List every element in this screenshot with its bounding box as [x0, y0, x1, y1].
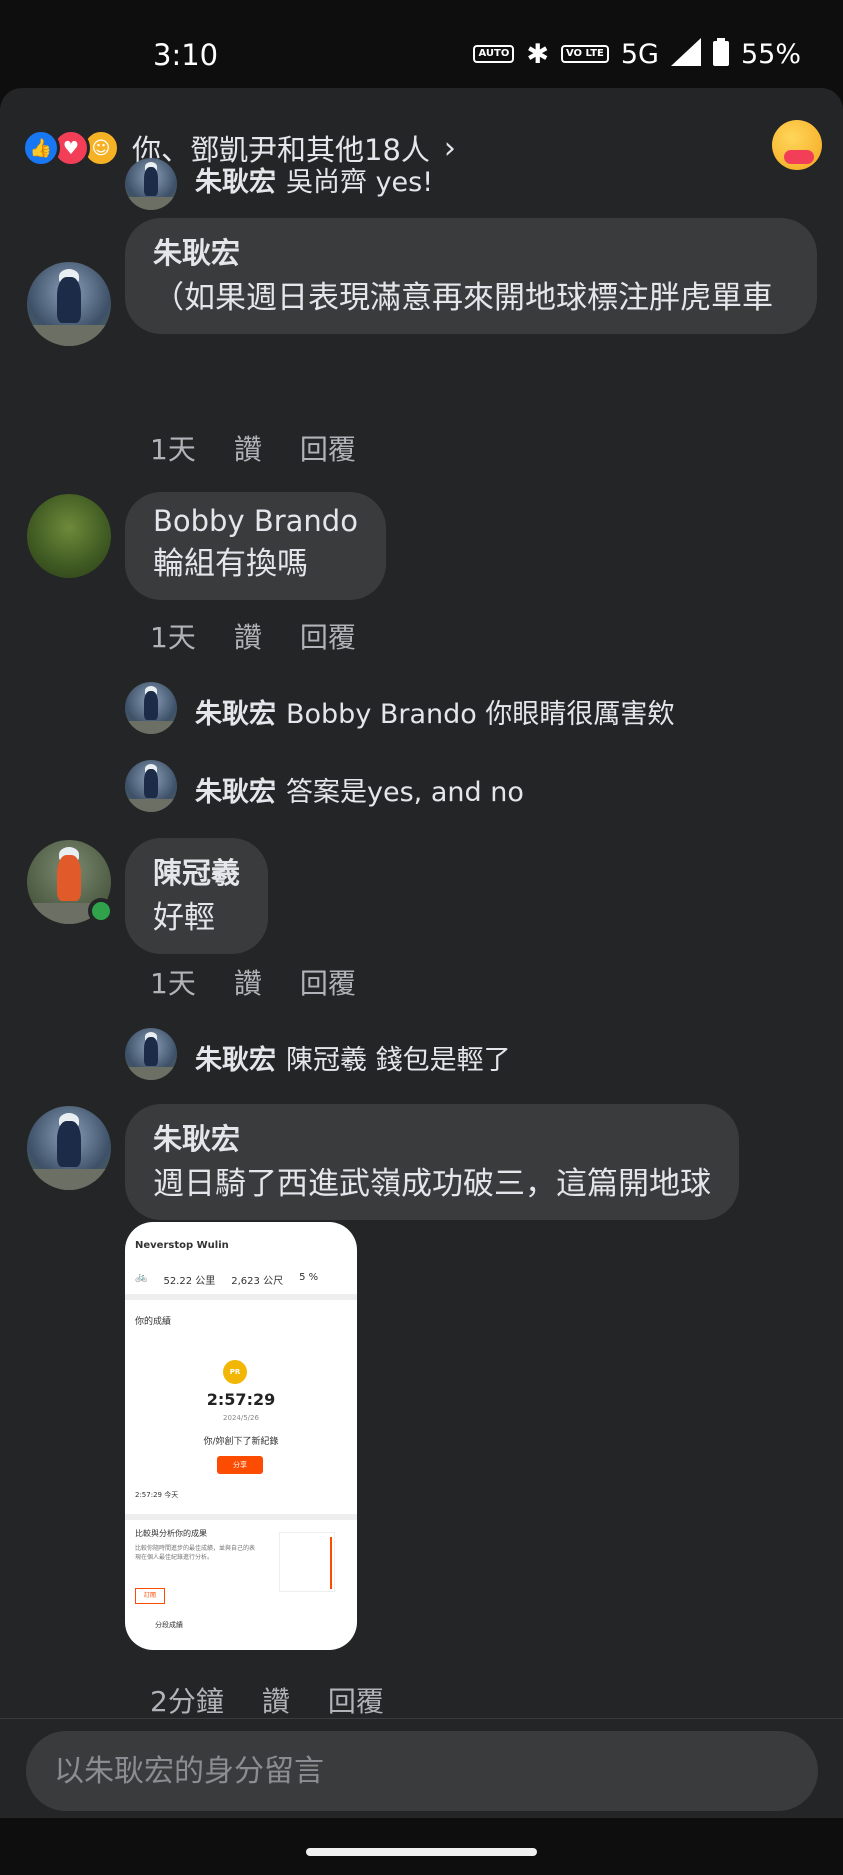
- pr-badge-icon: PR: [223, 1360, 247, 1384]
- reply-author[interactable]: 朱耿宏: [195, 699, 276, 730]
- comment-bubble[interactable]: Bobby Brando 輪組有換嗎: [125, 492, 386, 600]
- reply-text: Bobby Brando 你眼睛很厲害欸: [286, 699, 675, 730]
- reply-comment: 朱耿宏 答案是yes, and no: [195, 770, 524, 809]
- compare-title: 比較與分析你的成果: [135, 1529, 207, 1538]
- compare-text: 比較你隨時間進步的最佳成績，並與自己的表現在個人最佳紀錄進行分析。: [135, 1545, 256, 1561]
- comment-author[interactable]: 陳冠羲: [153, 850, 240, 892]
- avatar[interactable]: [27, 1106, 111, 1190]
- reply-button[interactable]: 回覆: [300, 616, 356, 656]
- pr-date: 2024/5/26: [223, 1414, 259, 1422]
- avatar[interactable]: [27, 494, 111, 578]
- comment-actions: 1天 讚 回覆: [150, 428, 356, 468]
- network-type: 5G: [620, 38, 659, 70]
- reply-button[interactable]: 回覆: [300, 962, 356, 1002]
- reply-comment: 朱耿宏 陳冠羲 錢包是輕了: [195, 1038, 511, 1077]
- like-button[interactable]: 讚: [262, 1680, 290, 1720]
- avatar[interactable]: [125, 158, 177, 210]
- comment-input-wrapper[interactable]: [26, 1731, 818, 1811]
- comment-author[interactable]: Bobby Brando: [153, 504, 358, 538]
- reply-author[interactable]: 朱耿宏: [195, 167, 276, 198]
- divider: [125, 1514, 357, 1520]
- comment-actions: 1天 讚 回覆: [150, 616, 356, 656]
- comment-text: 好輕: [153, 900, 215, 936]
- like-button[interactable]: 讚: [234, 428, 262, 468]
- chevron-right-icon: ›: [443, 130, 456, 166]
- online-status-icon: [88, 898, 114, 924]
- care-reaction-button-icon[interactable]: [772, 120, 822, 170]
- comment-bubble[interactable]: 朱耿宏 （如果週日表現滿意再來開地球標注胖虎單車: [125, 218, 817, 334]
- avatar[interactable]: [125, 760, 177, 812]
- signal-icon: [670, 38, 701, 70]
- avatar[interactable]: [125, 682, 177, 734]
- auto-hz-icon: AUTO: [473, 45, 515, 63]
- segment-title: Neverstop Wulin: [135, 1240, 229, 1251]
- status-bar: 3:10 AUTO ✱ VO LTE 5G 55%: [0, 0, 843, 92]
- segment-distance: 52.22 公里: [163, 1276, 216, 1287]
- like-button[interactable]: 讚: [234, 962, 262, 1002]
- like-reaction-icon: 👍: [22, 129, 60, 167]
- volte-icon: VO LTE: [560, 45, 609, 63]
- bluetooth-icon: ✱: [526, 38, 549, 70]
- status-icons: AUTO ✱ VO LTE 5G 55%: [473, 38, 801, 70]
- comment-time: 2分鐘: [150, 1685, 224, 1718]
- comment-composer: [0, 1718, 843, 1818]
- comment-actions: 2分鐘 讚 回覆: [150, 1680, 384, 1720]
- share-button: 分享: [217, 1456, 263, 1474]
- segment-elevation: 2,623 公尺: [231, 1276, 284, 1287]
- reply-author[interactable]: 朱耿宏: [195, 777, 276, 808]
- attached-screenshot[interactable]: Neverstop Wulin 🚲 52.22 公里 2,623 公尺 5 % …: [125, 1222, 357, 1650]
- system-nav-bar: [0, 1818, 843, 1875]
- segment-stats: 🚲 52.22 公里 2,623 公尺 5 %: [135, 1272, 318, 1287]
- reply-text: 陳冠羲 錢包是輕了: [286, 1045, 511, 1076]
- comment-text: （如果週日表現滿意再來開地球標注胖虎單車: [153, 280, 773, 316]
- comment-time: 1天: [150, 621, 196, 654]
- comment-time: 1天: [150, 433, 196, 466]
- battery-icon: [712, 38, 729, 70]
- subscribe-button: 訂閱: [135, 1588, 165, 1604]
- comment-bubble[interactable]: 陳冠羲 好輕: [125, 838, 269, 954]
- record-text: 你/妳創下了新紀錄: [203, 1437, 279, 1447]
- comment-author[interactable]: 朱耿宏: [153, 230, 789, 272]
- comment-text: 輪組有換嗎: [153, 546, 308, 582]
- reply-button[interactable]: 回覆: [328, 1680, 384, 1720]
- comment-actions: 1天 讚 回覆: [150, 962, 356, 1002]
- reply-comment: 朱耿宏 吳尚齊 yes!: [195, 160, 433, 199]
- avatar[interactable]: [125, 1028, 177, 1080]
- segment-result: 分段成績: [155, 1621, 183, 1629]
- comment-author[interactable]: 朱耿宏: [153, 1116, 711, 1158]
- avatar[interactable]: [27, 262, 111, 346]
- bike-icon: 🚲: [135, 1272, 148, 1283]
- section-title: 你的成績: [135, 1317, 172, 1327]
- comment-text: 週日騎了西進武嶺成功破三，這篇開地球: [153, 1166, 711, 1202]
- reply-author[interactable]: 朱耿宏: [195, 1045, 276, 1076]
- comments-sheet: 👍 ♥ ☺ 你、鄧凱尹和其他18人 › 朱耿宏 吳尚齊 yes! 朱耿宏 （如果週…: [0, 88, 843, 1818]
- battery-percent: 55%: [740, 38, 801, 70]
- reply-comment: 朱耿宏 Bobby Brando 你眼睛很厲害欸: [195, 692, 674, 731]
- effort-row: 2:57:29 今天: [135, 1491, 179, 1499]
- pr-time: 2:57:29: [206, 1390, 276, 1409]
- status-time: 3:10: [153, 38, 219, 72]
- like-button[interactable]: 讚: [234, 616, 262, 656]
- divider: [125, 1294, 357, 1300]
- comment-bubble[interactable]: 朱耿宏 週日騎了西進武嶺成功破三，這篇開地球: [125, 1104, 739, 1220]
- compare-graph: [279, 1532, 335, 1592]
- reply-text: 吳尚齊 yes!: [286, 167, 434, 198]
- reply-text: 答案是yes, and no: [286, 777, 524, 808]
- home-handle[interactable]: [306, 1848, 537, 1856]
- comment-time: 1天: [150, 967, 196, 1000]
- comment-input[interactable]: [26, 1731, 818, 1811]
- segment-grade: 5 %: [299, 1272, 319, 1283]
- reply-button[interactable]: 回覆: [300, 428, 356, 468]
